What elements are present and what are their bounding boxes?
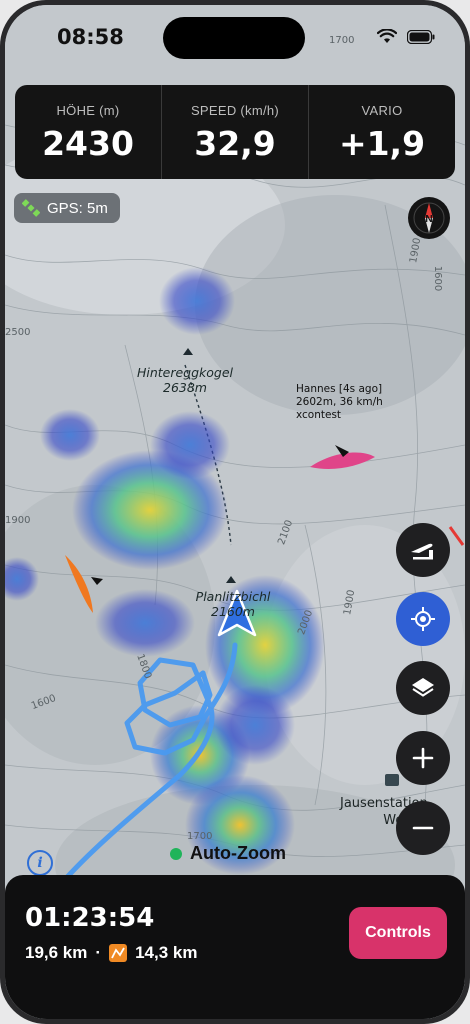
info-icon[interactable]: i	[27, 850, 53, 876]
xc-distance: 14,3 km	[135, 943, 198, 962]
contour-label: 1900	[5, 515, 31, 526]
flight-stats-panel: HÖHE (m) 2430 SPEED (km/h) 32,9 VARIO +1…	[15, 85, 455, 179]
gps-label: GPS: 5m	[47, 199, 108, 217]
wifi-icon	[377, 29, 397, 43]
zoom-out-icon	[412, 826, 434, 830]
pilot-source: xcontest	[296, 409, 342, 421]
stat-vario: VARIO +1,9	[308, 85, 455, 179]
gps-accuracy-badge: GPS: 5m	[14, 193, 120, 223]
peak-elevation: 2638m	[163, 380, 207, 395]
peak-elevation: 2160m	[211, 604, 255, 619]
stat-altitude: HÖHE (m) 2430	[15, 85, 161, 179]
contour-label: 1600	[432, 265, 444, 292]
compass-button[interactable]: N	[408, 197, 450, 239]
status-bar: 08:58	[5, 5, 465, 65]
contour-label: 1700	[187, 831, 213, 842]
controls-button[interactable]: Controls	[349, 907, 447, 959]
separator: ·	[95, 943, 102, 962]
locate-icon	[411, 607, 435, 631]
stat-label: SPEED (km/h)	[190, 103, 280, 118]
peak-label-hintereggkogel: Hintereggkogel 2638m	[125, 365, 245, 395]
auto-zoom-dot	[170, 847, 182, 860]
layers-button[interactable]	[396, 661, 450, 715]
takeoff-icon	[411, 543, 433, 560]
layers-icon	[412, 678, 434, 697]
gps-satellite-icon	[22, 199, 40, 217]
stat-value: 2430	[42, 124, 134, 163]
zoom-in-button[interactable]	[396, 731, 450, 785]
peak-name: Planlitzbichl	[195, 589, 271, 604]
battery-icon	[407, 29, 435, 44]
stat-speed: SPEED (km/h) 32,9	[161, 85, 308, 179]
pilot-info-label[interactable]: Hannes [4s ago] 2602m, 36 km/h xcontest	[296, 383, 383, 422]
locate-button[interactable]	[396, 592, 450, 646]
contour-label: 2500	[5, 327, 31, 338]
peak-label-planlitzbichl: Planlitzbichl 2160m	[173, 589, 293, 619]
auto-zoom-indicator[interactable]: Auto-Zoom	[170, 843, 286, 864]
status-icons	[377, 29, 435, 44]
stat-value: +1,9	[338, 124, 426, 163]
auto-zoom-label: Auto-Zoom	[190, 843, 286, 863]
flight-distance: 19,6 km	[25, 943, 88, 962]
stat-label: VARIO	[361, 103, 403, 118]
zoom-out-button[interactable]	[396, 801, 450, 855]
phone-frame: 1700 1900 1600 2500 1900 2100 1900 2000 …	[0, 0, 470, 1024]
screen: 1700 1900 1600 2500 1900 2100 1900 2000 …	[5, 5, 465, 1019]
stat-label: HÖHE (m)	[56, 103, 120, 118]
stat-value: 32,9	[194, 124, 276, 163]
dynamic-island	[163, 17, 305, 59]
flight-duration: 01:23:54	[25, 903, 155, 933]
takeoff-button[interactable]	[396, 523, 450, 577]
peak-name: Hintereggkogel	[136, 365, 234, 380]
flight-summary-panel: 01:23:54 19,6 km · 14,3 km Controls	[5, 875, 465, 1019]
compass-letter: N	[425, 214, 432, 225]
zoom-in-icon	[412, 747, 434, 769]
distance-row: 19,6 km · 14,3 km	[25, 943, 197, 963]
pilot-stats: 2602m, 36 km/h	[296, 396, 383, 408]
status-time: 08:58	[57, 25, 124, 49]
xc-distance-icon	[109, 944, 128, 962]
pilot-name: Hannes [4s ago]	[296, 383, 383, 395]
compass-icon: N	[413, 202, 445, 234]
